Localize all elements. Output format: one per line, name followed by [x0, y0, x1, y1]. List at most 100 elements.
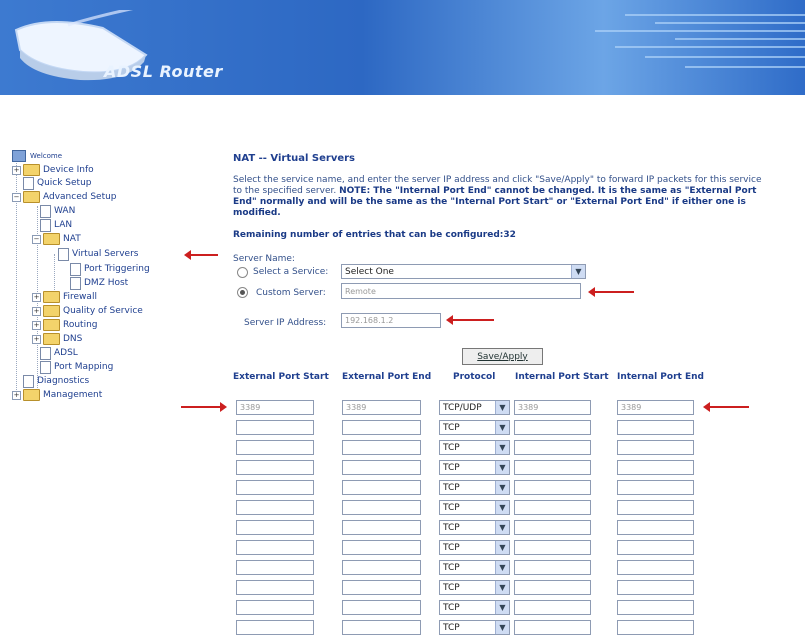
external-port-start-input[interactable] [236, 580, 314, 595]
tree-management[interactable]: + Management [12, 389, 102, 401]
tree-port-triggering[interactable]: Port Triggering [70, 262, 150, 276]
internal-port-start-input[interactable] [514, 580, 591, 595]
dropdown-arrow-icon: ▼ [495, 481, 509, 494]
internal-port-end-input[interactable] [617, 600, 694, 615]
internal-port-start-input[interactable] [514, 600, 591, 615]
external-port-end-input[interactable] [342, 540, 421, 555]
internal-port-start-input[interactable] [514, 500, 591, 515]
tree-root[interactable]: Welcome [12, 150, 62, 162]
internal-port-end-input[interactable] [617, 620, 694, 635]
external-port-start-input[interactable] [236, 420, 314, 435]
external-port-start-input[interactable] [236, 460, 314, 475]
internal-port-start-input[interactable] [514, 420, 591, 435]
internal-port-end-input[interactable] [617, 460, 694, 475]
select-service-radio[interactable] [237, 267, 248, 278]
collapse-icon[interactable]: − [12, 192, 21, 202]
tree-lan[interactable]: LAN [40, 218, 72, 232]
tree-firewall[interactable]: + Firewall [32, 291, 97, 303]
tree-adsl[interactable]: ADSL [40, 346, 78, 360]
external-port-start-input[interactable] [236, 540, 314, 555]
col-internal-port-start: Internal Port Start [515, 372, 609, 382]
tree-quick-setup[interactable]: Quick Setup [23, 176, 92, 190]
internal-port-end-input[interactable] [617, 500, 694, 515]
external-port-start-input[interactable] [236, 560, 314, 575]
external-port-start-input[interactable] [236, 620, 314, 635]
external-port-end-input[interactable] [342, 620, 421, 635]
protocol-select[interactable]: TCP ▼ [439, 520, 510, 535]
protocol-select[interactable]: TCP ▼ [439, 620, 510, 635]
protocol-select[interactable]: TCP ▼ [439, 420, 510, 435]
collapse-icon[interactable]: − [32, 234, 41, 244]
tree-dmz-host[interactable]: DMZ Host [70, 276, 128, 290]
internal-port-start-input[interactable] [514, 520, 591, 535]
internal-port-end-input[interactable]: 3389 [617, 400, 694, 415]
custom-server-input[interactable]: Remote [341, 283, 581, 299]
expand-icon[interactable]: + [32, 306, 41, 316]
external-port-end-input[interactable] [342, 460, 421, 475]
internal-port-end-input[interactable] [617, 440, 694, 455]
protocol-select[interactable]: TCP ▼ [439, 440, 510, 455]
protocol-select[interactable]: TCP/UDP ▼ [439, 400, 510, 415]
internal-port-end-input[interactable] [617, 520, 694, 535]
external-port-end-input[interactable] [342, 440, 421, 455]
internal-port-start-input[interactable] [514, 560, 591, 575]
external-port-start-input[interactable] [236, 500, 314, 515]
protocol-select[interactable]: TCP ▼ [439, 480, 510, 495]
dropdown-arrow-icon: ▼ [495, 521, 509, 534]
external-port-end-input[interactable] [342, 500, 421, 515]
external-port-end-input[interactable] [342, 560, 421, 575]
internal-port-end-input[interactable] [617, 480, 694, 495]
internal-port-end-input[interactable] [617, 580, 694, 595]
protocol-select[interactable]: TCP ▼ [439, 560, 510, 575]
protocol-select[interactable]: TCP ▼ [439, 580, 510, 595]
external-port-end-input[interactable] [342, 600, 421, 615]
external-port-end-input-value: 3389 [346, 403, 367, 412]
protocol-select[interactable]: TCP ▼ [439, 460, 510, 475]
internal-port-end-input[interactable] [617, 420, 694, 435]
external-port-start-input[interactable] [236, 520, 314, 535]
external-port-start-input[interactable] [236, 480, 314, 495]
tree-diagnostics[interactable]: Diagnostics [23, 374, 89, 388]
tree-dns[interactable]: + DNS [32, 333, 82, 345]
expand-icon[interactable]: + [32, 292, 41, 302]
internal-port-end-input[interactable] [617, 540, 694, 555]
tree-wan[interactable]: WAN [40, 204, 75, 218]
document-icon [23, 176, 34, 190]
internal-port-start-input[interactable] [514, 540, 591, 555]
external-port-start-input[interactable] [236, 440, 314, 455]
external-port-start-input[interactable] [236, 600, 314, 615]
expand-icon[interactable]: + [12, 165, 21, 175]
folder-icon [23, 164, 40, 176]
tree-device-info[interactable]: + Device Info [12, 164, 94, 176]
protocol-select-value: TCP [443, 462, 460, 473]
internal-port-start-input[interactable]: 3389 [514, 400, 591, 415]
external-port-end-input[interactable] [342, 580, 421, 595]
protocol-select[interactable]: TCP ▼ [439, 500, 510, 515]
tree-port-mapping[interactable]: Port Mapping [40, 360, 113, 374]
internal-port-start-input[interactable] [514, 620, 591, 635]
external-port-end-input[interactable] [342, 480, 421, 495]
expand-icon[interactable]: + [12, 390, 21, 400]
tree-nat[interactable]: − NAT [32, 233, 81, 245]
internal-port-start-input[interactable] [514, 440, 591, 455]
external-port-end-input[interactable] [342, 420, 421, 435]
dropdown-arrow-icon: ▼ [495, 461, 509, 474]
tree-routing[interactable]: + Routing [32, 319, 98, 331]
tree-advanced-setup[interactable]: − Advanced Setup [12, 191, 117, 203]
save-apply-button[interactable]: Save/Apply [462, 348, 543, 365]
protocol-select[interactable]: TCP ▼ [439, 600, 510, 615]
service-select[interactable]: Select One ▼ [341, 264, 586, 279]
expand-icon[interactable]: + [32, 334, 41, 344]
tree-quality-of-service[interactable]: + Quality of Service [32, 305, 143, 317]
expand-icon[interactable]: + [32, 320, 41, 330]
tree-virtual-servers[interactable]: Virtual Servers [58, 247, 138, 261]
internal-port-start-input[interactable] [514, 480, 591, 495]
external-port-start-input[interactable]: 3389 [236, 400, 314, 415]
server-ip-input[interactable]: 192.168.1.2 [341, 313, 441, 328]
protocol-select[interactable]: TCP ▼ [439, 540, 510, 555]
external-port-end-input[interactable]: 3389 [342, 400, 421, 415]
custom-server-radio[interactable] [237, 287, 248, 298]
internal-port-start-input[interactable] [514, 460, 591, 475]
internal-port-end-input[interactable] [617, 560, 694, 575]
external-port-end-input[interactable] [342, 520, 421, 535]
